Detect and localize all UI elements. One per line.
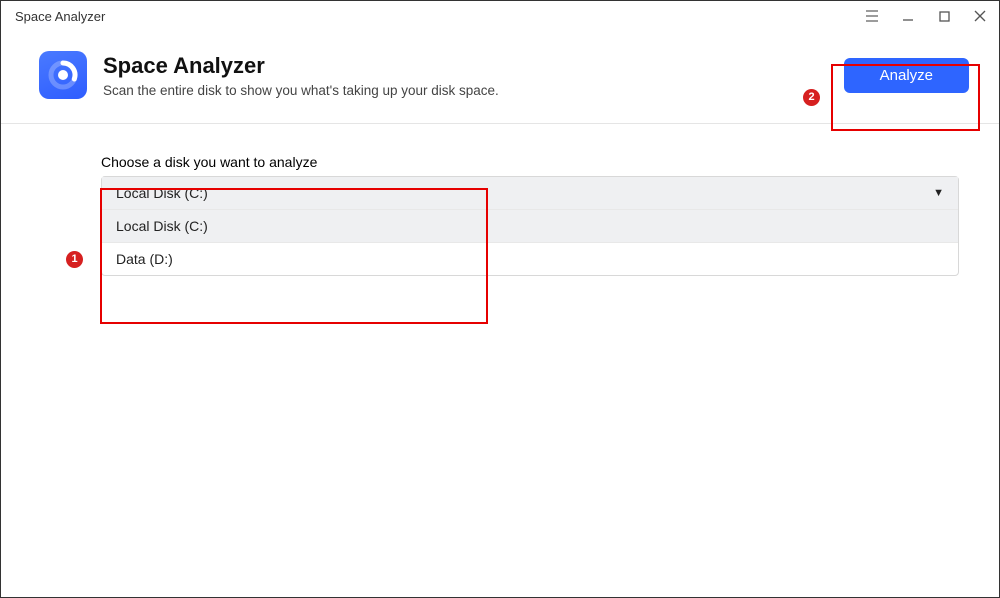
content-area: Choose a disk you want to analyze Local …: [1, 124, 999, 276]
titlebar: Space Analyzer: [1, 1, 999, 31]
disk-select[interactable]: Local Disk (C:) ▼ Local Disk (C:) Data (…: [101, 176, 959, 276]
window-controls: [863, 10, 989, 22]
page-description: Scan the entire disk to show you what's …: [103, 83, 824, 98]
annotation-number-1: 1: [66, 251, 83, 268]
annotation-number-2: 2: [803, 89, 820, 106]
app-header: Space Analyzer Scan the entire disk to s…: [1, 31, 999, 124]
header-text: Space Analyzer Scan the entire disk to s…: [103, 53, 824, 98]
window-title: Space Analyzer: [15, 9, 863, 24]
disk-selected-row[interactable]: Local Disk (C:) ▼: [102, 177, 958, 209]
maximize-icon[interactable]: [935, 11, 953, 22]
analyze-button[interactable]: Analyze: [844, 58, 969, 93]
chevron-down-icon: ▼: [933, 187, 944, 199]
app-icon: [39, 51, 87, 99]
disk-option[interactable]: Data (D:): [102, 242, 958, 275]
disk-option[interactable]: Local Disk (C:): [102, 209, 958, 242]
menu-icon[interactable]: [863, 10, 881, 22]
choose-disk-label: Choose a disk you want to analyze: [101, 154, 959, 170]
minimize-icon[interactable]: [899, 10, 917, 22]
page-title: Space Analyzer: [103, 53, 824, 79]
close-icon[interactable]: [971, 10, 989, 22]
disk-selected-value: Local Disk (C:): [116, 185, 208, 201]
